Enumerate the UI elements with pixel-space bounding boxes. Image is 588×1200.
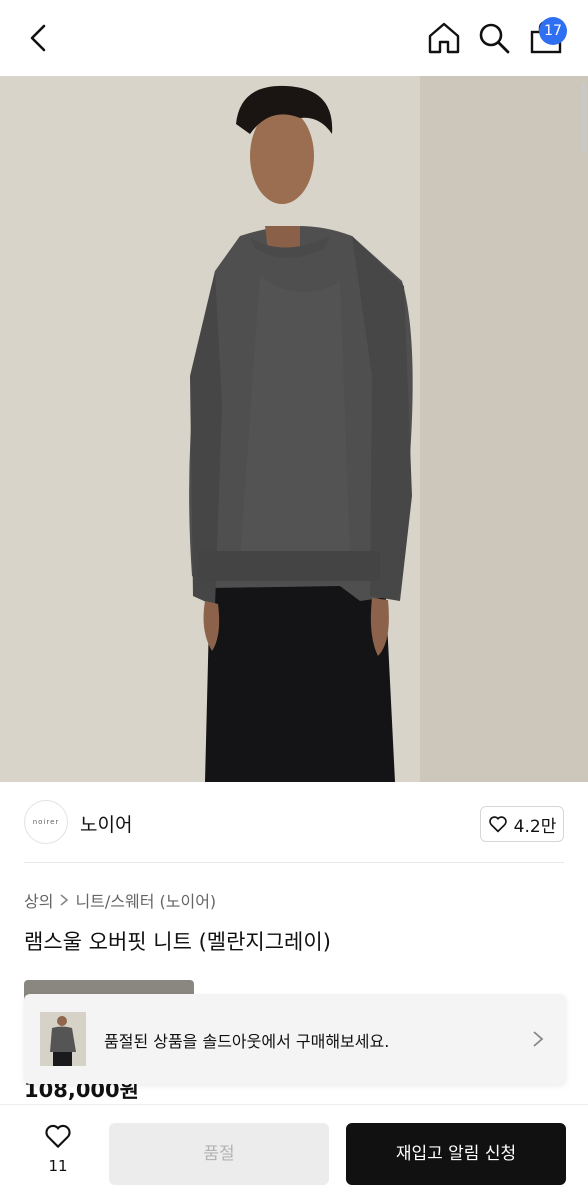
toast-message: 품절된 상품을 솔드아웃에서 구매해보세요. xyxy=(104,1032,390,1051)
like-count: 4.2만 xyxy=(513,816,557,837)
heart-icon xyxy=(45,1124,71,1149)
brand-logo[interactable]: noirer xyxy=(24,800,68,844)
product-image[interactable] xyxy=(0,76,588,782)
search-icon[interactable] xyxy=(476,20,512,56)
restock-alert-button[interactable]: 재입고 알림 신청 xyxy=(346,1123,566,1185)
cart-count-badge: 17 xyxy=(539,17,567,45)
toast-thumbnail xyxy=(40,1012,86,1066)
breadcrumb: 상의 니트/스웨터 (노이어) xyxy=(24,888,216,912)
wishlist-count: 11 xyxy=(48,1157,68,1175)
chevron-right-icon xyxy=(60,894,69,906)
home-icon[interactable] xyxy=(426,20,462,56)
breadcrumb-category[interactable]: 상의 xyxy=(24,888,53,912)
model-photo xyxy=(0,76,588,782)
wishlist-button[interactable]: 11 xyxy=(36,1123,80,1183)
heart-icon xyxy=(488,816,507,833)
top-bar: 17 xyxy=(0,0,588,76)
chevron-left-icon[interactable] xyxy=(22,20,58,56)
brand-like-button[interactable]: 4.2만 xyxy=(480,806,564,842)
product-title: 램스울 오버핏 니트 (멜란지그레이) xyxy=(24,930,331,954)
bottom-action-bar: 11 품절 재입고 알림 신청 xyxy=(0,1104,588,1200)
divider xyxy=(24,862,564,863)
soldout-toast[interactable]: 품절된 상품을 솔드아웃에서 구매해보세요. xyxy=(24,994,566,1084)
brand-row[interactable]: noirer 노이어 4.2만 xyxy=(0,800,588,846)
chevron-right-icon[interactable] xyxy=(528,1027,548,1051)
breadcrumb-subcategory[interactable]: 니트/스웨터 (노이어) xyxy=(75,888,216,912)
scrollbar[interactable] xyxy=(581,82,586,154)
soldout-button[interactable]: 품절 xyxy=(109,1123,329,1185)
brand-name[interactable]: 노이어 xyxy=(80,810,132,837)
